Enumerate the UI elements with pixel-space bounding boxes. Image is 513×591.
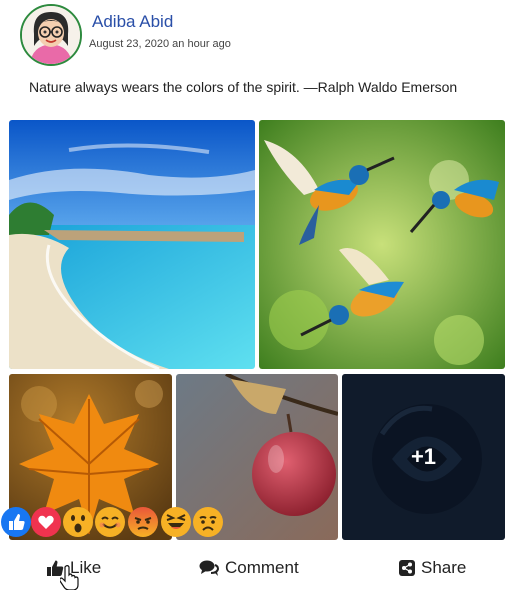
share-label: Share xyxy=(421,558,467,577)
love-icon[interactable] xyxy=(30,506,62,538)
like-icon[interactable] xyxy=(0,506,32,538)
reaction-picker xyxy=(0,506,230,540)
avatar-illustration xyxy=(22,6,80,64)
wow-icon[interactable] xyxy=(62,506,94,538)
kingfisher-image xyxy=(259,120,505,369)
author-name[interactable]: Adiba Abid xyxy=(92,12,173,32)
hand-cursor-icon xyxy=(59,564,80,591)
photo-dark-rose[interactable]: +1 xyxy=(342,374,505,540)
photo-kingfishers[interactable] xyxy=(259,120,505,369)
sad-icon[interactable] xyxy=(192,506,224,538)
more-photos-overlay[interactable]: +1 xyxy=(342,374,505,540)
beach-image xyxy=(9,120,255,369)
share-button[interactable]: Share xyxy=(399,558,466,578)
avatar[interactable] xyxy=(20,4,82,66)
comment-label: Comment xyxy=(225,558,299,577)
share-icon xyxy=(399,560,415,576)
smile-icon[interactable] xyxy=(94,506,126,538)
photo-beach[interactable] xyxy=(9,120,255,369)
post-header: Adiba Abid August 23, 2020 an hour ago xyxy=(20,4,500,66)
comment-icon xyxy=(199,559,219,577)
angry-icon[interactable] xyxy=(127,506,159,538)
post-text: Nature always wears the colors of the sp… xyxy=(29,79,458,95)
post-timestamp: August 23, 2020 an hour ago xyxy=(89,38,231,50)
laugh-icon[interactable] xyxy=(160,506,192,538)
comment-button[interactable]: Comment xyxy=(199,558,299,578)
